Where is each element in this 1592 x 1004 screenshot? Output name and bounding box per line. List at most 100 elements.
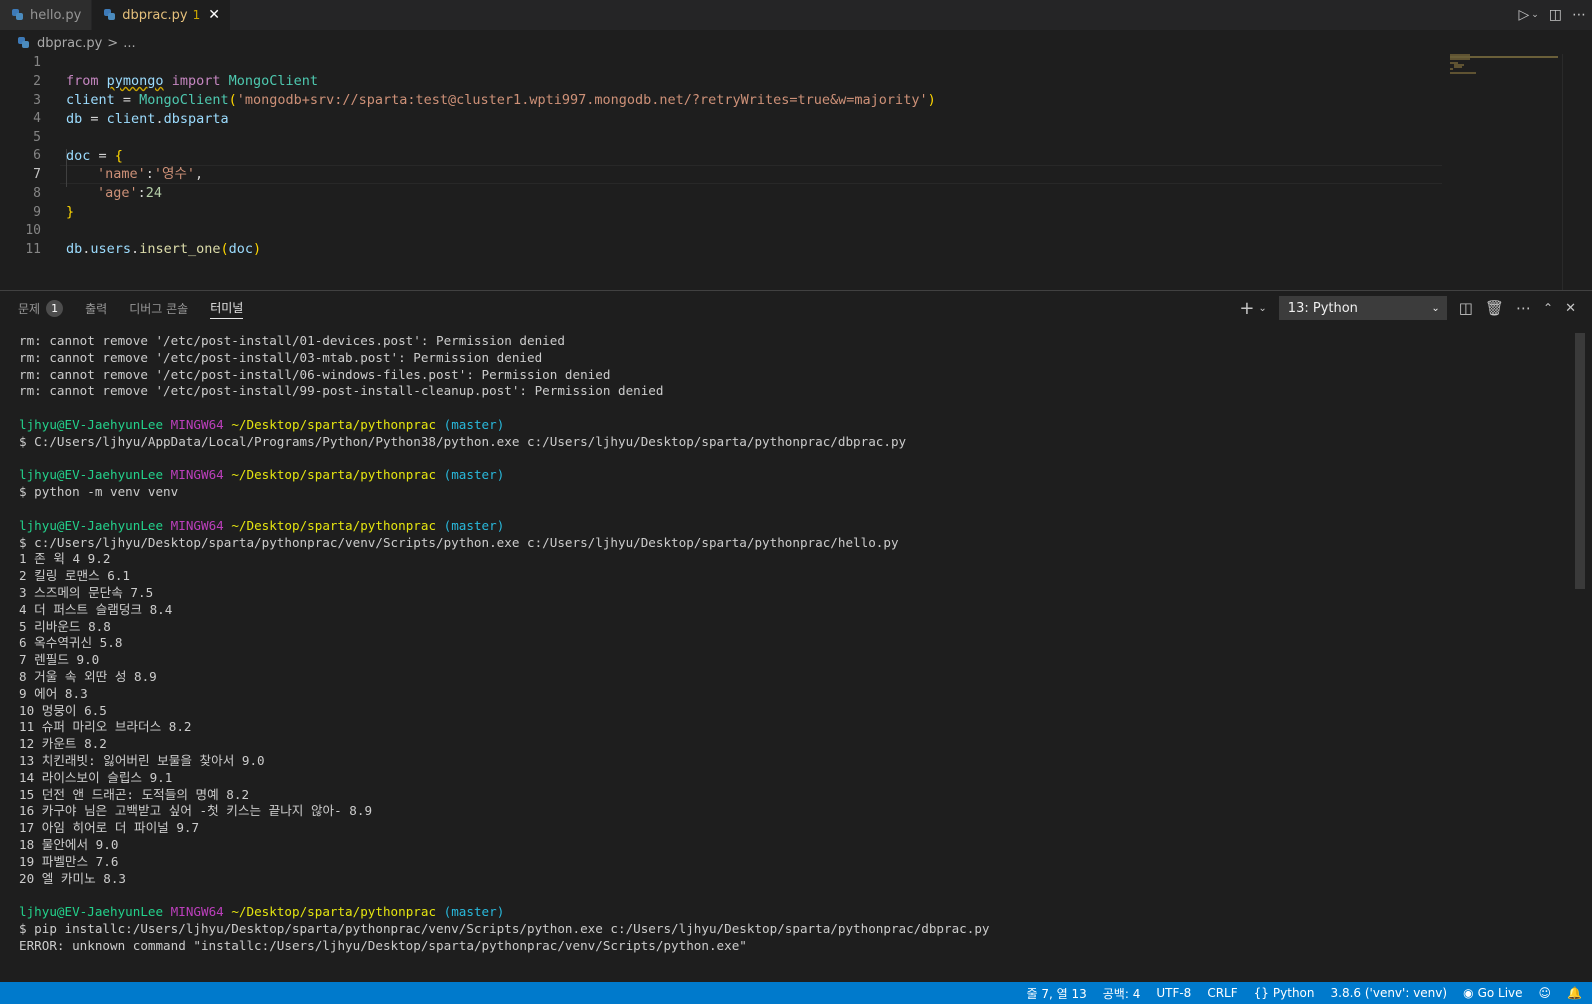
line-number: 11: [25, 242, 41, 257]
more-actions-icon[interactable]: ⋯: [1516, 299, 1531, 317]
chevron-down-icon[interactable]: ⌄: [1258, 303, 1266, 314]
panel-actions: + ⌄ 13: Python ⌄ ◫ 🗑 ⋯ ⌃ ✕: [1239, 296, 1576, 320]
output-line: 11 슈퍼 마리오 브라더스 8.2: [19, 719, 192, 735]
terminal-output[interactable]: rm: cannot remove '/etc/post-install/01-…: [19, 333, 1559, 954]
python-file-icon: [12, 9, 24, 21]
output-line: 10 멍뭉이 6.5: [19, 702, 107, 718]
new-terminal-icon[interactable]: +: [1239, 298, 1254, 319]
end-of-line[interactable]: CRLF: [1207, 986, 1237, 1000]
trash-icon[interactable]: 🗑: [1485, 299, 1504, 317]
output-line: 14 라이스보이 슬립스 9.1: [19, 769, 173, 785]
line-number: 7: [33, 167, 41, 182]
terminal-prompt: ljhyu@EV-JaehyunLee MINGW64 ~/Desktop/sp…: [19, 416, 505, 432]
tab-label: hello.py: [30, 7, 82, 23]
code-line-3: db = client.dbsparta: [66, 111, 229, 127]
line-number: 5: [33, 130, 41, 145]
indentation[interactable]: 공백: 4: [1103, 985, 1141, 1002]
split-editor-icon[interactable]: ◫: [1549, 7, 1562, 23]
close-icon[interactable]: ✕: [208, 7, 220, 23]
code-line-8: }: [66, 204, 75, 220]
editor-tab-bar: hello.py dbprac.py 1 ✕ ▷ ⌄ ◫ ⋯: [0, 0, 1592, 30]
terminal-line: rm: cannot remove '/etc/post-install/03-…: [19, 349, 543, 365]
tab-hello-py[interactable]: hello.py: [0, 0, 93, 30]
terminal-command: $ c:/Users/ljhyu/Desktop/sparta/pythonpr…: [19, 534, 899, 550]
tab-output[interactable]: 출력: [85, 300, 107, 319]
language-mode[interactable]: {} Python: [1254, 986, 1315, 1000]
output-line: 18 물안에서 9.0: [19, 836, 119, 852]
tab-label: dbprac.py: [122, 7, 188, 23]
bell-icon[interactable]: 🔔: [1567, 986, 1582, 1000]
more-actions-icon[interactable]: ⋯: [1572, 7, 1586, 23]
tab-label: 출력: [85, 301, 108, 316]
code-line-5: doc = {: [66, 148, 123, 164]
cursor-position[interactable]: 줄 7, 열 13: [1027, 985, 1087, 1002]
code-line-6: 'name':'영수',: [97, 166, 204, 182]
chevron-down-icon: ⌄: [1431, 302, 1440, 314]
line-number: 6: [33, 148, 41, 163]
output-line: 20 엘 카미노 8.3: [19, 870, 127, 886]
terminal-line: rm: cannot remove '/etc/post-install/01-…: [19, 333, 565, 348]
encoding[interactable]: UTF-8: [1156, 986, 1191, 1000]
terminal-error: ERROR: unknown command "installc:/Users/…: [19, 937, 747, 953]
panel-tabs: 문제 1 출력 디버그 콘솔 터미널: [18, 299, 244, 319]
output-line: 9 에어 8.3: [19, 685, 88, 701]
breadcrumb-file[interactable]: dbprac.py: [37, 36, 102, 51]
terminal-line: rm: cannot remove '/etc/post-install/06-…: [19, 366, 611, 382]
line-number: 4: [33, 111, 41, 126]
line-number: 3: [33, 93, 41, 108]
terminal-prompt: ljhyu@EV-JaehyunLee MINGW64 ~/Desktop/sp…: [19, 517, 505, 533]
line-number: 1: [33, 55, 41, 70]
code-editor[interactable]: 1 from pymongo import MongoClient 2 clie…: [0, 54, 1592, 294]
minimap[interactable]: [1448, 54, 1560, 78]
chevron-right-icon: >: [107, 35, 119, 51]
tab-label: 터미널: [210, 301, 244, 315]
tab-problems[interactable]: 문제 1: [18, 299, 64, 319]
code-line-10: db.users.insert_one(doc): [66, 241, 262, 257]
output-line: 16 카구야 님은 고백받고 싶어 -첫 키스는 끝나지 않아- 8.9: [19, 803, 373, 819]
output-line: 17 아임 히어로 더 파이널 9.7: [19, 820, 200, 836]
chevron-down-icon[interactable]: ⌄: [1531, 10, 1539, 20]
tab-terminal[interactable]: 터미널: [210, 299, 244, 319]
go-live-button[interactable]: ◉ Go Live: [1463, 986, 1522, 1000]
output-line: 3 스즈메의 문단속 7.5: [19, 584, 154, 600]
editor-actions: ▷ ⌄ ◫ ⋯: [1518, 0, 1586, 30]
code-line-1: from pymongo import MongoClient: [66, 73, 319, 89]
terminal-command: $ pip installc:/Users/ljhyu/Desktop/spar…: [19, 920, 990, 936]
terminal-command: $ C:/Users/ljhyu/AppData/Local/Programs/…: [19, 433, 907, 449]
feedback-icon[interactable]: ☺: [1539, 986, 1552, 1000]
output-line: 12 카운트 8.2: [19, 736, 107, 752]
tab-debug-console[interactable]: 디버그 콘솔: [129, 300, 188, 319]
terminal-select[interactable]: 13: Python ⌄: [1278, 296, 1447, 320]
breadcrumb-more[interactable]: ...: [123, 36, 135, 51]
braces-icon: {}: [1253, 986, 1269, 1000]
status-bar: 줄 7, 열 13 공백: 4 UTF-8 CRLF {} Python 3.8.…: [0, 982, 1592, 1004]
editor-scrollbar[interactable]: [1562, 54, 1576, 290]
problem-count-badge: 1: [192, 8, 201, 22]
terminal-scrollbar[interactable]: [1575, 333, 1585, 589]
chevron-up-icon[interactable]: ⌃: [1543, 301, 1553, 315]
code-line-7: 'age':24: [97, 185, 163, 201]
output-line: 2 킬링 로맨스 6.1: [19, 568, 131, 584]
code-line-2: client = MongoClient('mongodb+srv://spar…: [66, 92, 936, 108]
terminal-prompt: ljhyu@EV-JaehyunLee MINGW64 ~/Desktop/sp…: [19, 467, 505, 483]
line-number: 2: [33, 74, 41, 89]
output-line: 4 더 퍼스트 슬램덩크 8.4: [19, 601, 173, 617]
output-line: 13 치킨래빗: 잃어버린 보물을 찾아서 9.0: [19, 752, 265, 768]
current-line-highlight: [60, 165, 1442, 184]
python-interpreter[interactable]: 3.8.6 ('venv': venv): [1331, 986, 1448, 1000]
output-line: 6 옥수역귀신 5.8: [19, 635, 123, 651]
output-line: 1 존 윅 4 9.2: [19, 551, 111, 567]
terminal-command: $ python -m venv venv: [19, 484, 179, 500]
problems-count-badge: 1: [46, 299, 64, 317]
output-line: 8 거울 속 외딴 성 8.9: [19, 668, 157, 684]
split-terminal-icon[interactable]: ◫: [1459, 299, 1473, 317]
tab-dbprac-py[interactable]: dbprac.py 1 ✕: [92, 0, 231, 30]
terminal-prompt: ljhyu@EV-JaehyunLee MINGW64 ~/Desktop/sp…: [19, 904, 505, 920]
terminal-select-value: 13: Python: [1287, 300, 1358, 316]
tab-label: 디버그 콘솔: [129, 301, 189, 316]
output-line: 15 던전 앤 드래곤: 도적들의 명예 8.2: [19, 786, 250, 802]
run-icon[interactable]: ▷: [1518, 7, 1529, 23]
line-number: 10: [25, 223, 41, 238]
close-icon[interactable]: ✕: [1565, 301, 1576, 316]
breadcrumb: dbprac.py > ...: [0, 32, 136, 54]
